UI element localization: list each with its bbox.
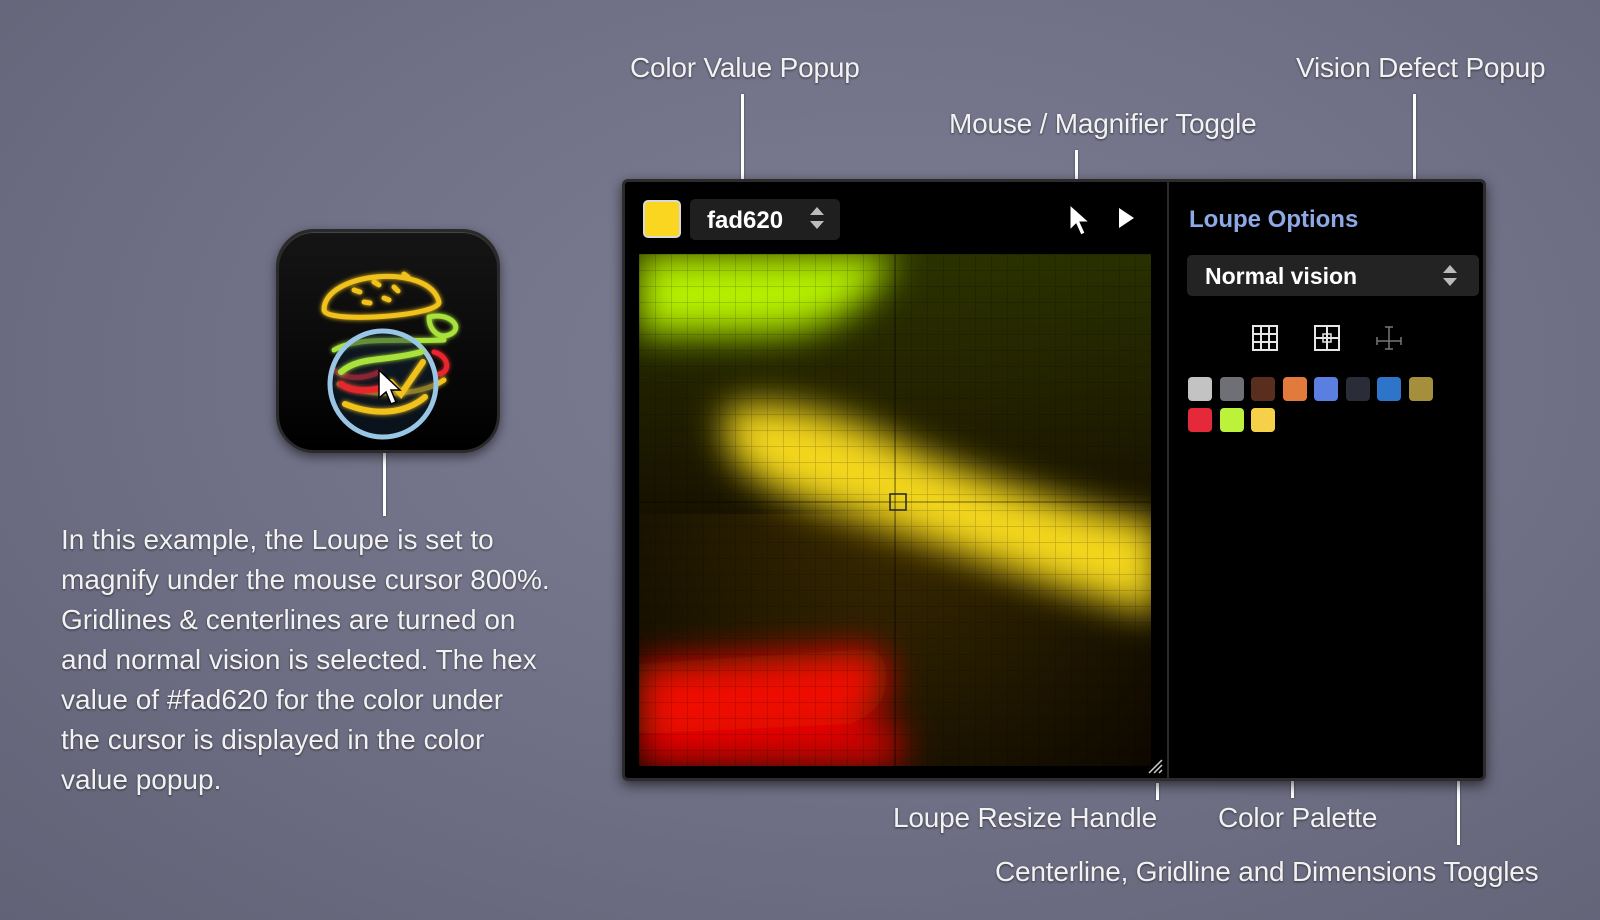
palette-swatch[interactable]: [1314, 377, 1338, 401]
description-line: magnify under the mouse cursor 800%.: [61, 564, 550, 595]
magnifier-toggle-icon[interactable]: [1119, 208, 1134, 228]
palette-swatch[interactable]: [1219, 408, 1244, 432]
description-line: In this example, the Loupe is set to: [61, 524, 494, 555]
palette-swatch[interactable]: [1188, 377, 1212, 401]
gridline-toggle-icon[interactable]: [1250, 323, 1280, 353]
palette-swatch[interactable]: [1408, 377, 1433, 401]
callout-color-value-popup: Color Value Popup: [630, 52, 860, 83]
description-line: Gridlines & centerlines are turned on: [61, 604, 516, 635]
hex-value-label: fad620: [707, 207, 784, 234]
current-color-swatch: [643, 200, 681, 238]
palette-swatch[interactable]: [1377, 377, 1401, 401]
callout-color-palette: Color Palette: [1218, 802, 1378, 833]
mouse-pointer-icon[interactable]: [1068, 204, 1092, 236]
color-value-popup[interactable]: fad620: [690, 199, 840, 240]
description-line: and normal vision is selected. The hex: [61, 644, 537, 675]
stepper-up-icon: [810, 207, 824, 215]
stepper-down-icon: [1443, 278, 1457, 286]
palette-swatch[interactable]: [1219, 377, 1244, 401]
stepper-down-icon: [810, 221, 824, 229]
neon-burger-icon: [321, 271, 459, 440]
callout-loupe-resize-handle: Loupe Resize Handle: [893, 802, 1157, 833]
vision-mode-label: Normal vision: [1205, 263, 1358, 289]
description-line: the cursor is displayed in the color: [61, 724, 485, 755]
palette-swatch[interactable]: [1251, 377, 1275, 401]
loupe-options-panel: Loupe Options Normal vision: [1169, 182, 1483, 778]
loupe-window: fad620 Loupe Options Normal vision: [622, 179, 1486, 781]
loupe-main-pane: fad620: [625, 182, 1169, 778]
vision-defect-popup[interactable]: Normal vision: [1187, 255, 1479, 296]
app-icon: [276, 229, 500, 453]
palette-swatch[interactable]: [1345, 377, 1370, 401]
resize-handle-icon[interactable]: [1147, 758, 1163, 774]
options-title: Loupe Options: [1189, 206, 1359, 233]
description-line: value of #fad620 for the color under: [61, 684, 504, 715]
description-line: value popup.: [61, 764, 222, 795]
palette-swatch[interactable]: [1188, 408, 1212, 432]
description-text: In this example, the Loupe is set to mag…: [61, 520, 581, 800]
palette-swatch[interactable]: [1251, 408, 1275, 432]
magnified-pixels: [639, 254, 1151, 766]
dimensions-toggle-icon[interactable]: [1374, 323, 1404, 353]
callout-toggles: Centerline, Gridline and Dimensions Togg…: [995, 856, 1539, 887]
centerline-toggle-icon[interactable]: [1312, 323, 1342, 353]
callout-line: [383, 452, 386, 516]
magnifier-view[interactable]: [639, 254, 1151, 766]
callout-vision-defect-popup: Vision Defect Popup: [1296, 52, 1546, 83]
callout-line: [1156, 783, 1159, 800]
callout-mouse-magnifier-toggle: Mouse / Magnifier Toggle: [949, 108, 1257, 139]
stepper-up-icon: [1443, 265, 1457, 273]
palette-swatch[interactable]: [1282, 377, 1307, 401]
